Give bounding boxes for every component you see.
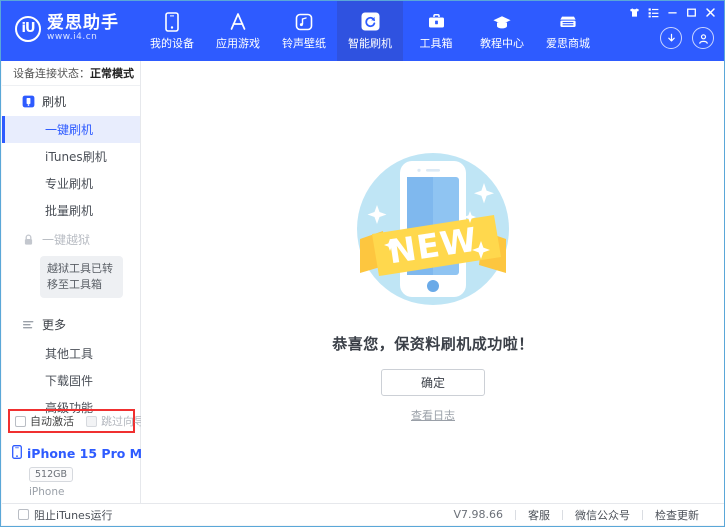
checkbox-box — [15, 415, 26, 427]
status-bar: 阻止iTunes运行 V7.98.66 客服 微信公众号 检查更新 — [2, 503, 724, 525]
tab-label: 爱思商城 — [546, 36, 590, 50]
store-icon — [558, 12, 578, 32]
close-icon[interactable] — [701, 4, 720, 20]
download-icon[interactable] — [660, 27, 682, 49]
checkbox-box — [86, 415, 97, 427]
logo-text: 爱思助手 www.i4.cn — [47, 13, 119, 42]
sidebar-item-other-tools[interactable]: 其他工具 — [2, 340, 140, 367]
maximize-icon[interactable] — [682, 4, 701, 20]
device-status-value: 正常模式 — [90, 67, 134, 80]
device-capacity-badge: 512GB — [29, 467, 74, 482]
jailbreak-moved-tooltip: 越狱工具已转移至工具箱 — [40, 256, 123, 298]
sidebar-item-itunes-flash[interactable]: iTunes刷机 — [2, 143, 140, 170]
device-connection-status: 设备连接状态： 正常模式 — [2, 61, 140, 86]
skin-icon[interactable] — [625, 4, 644, 20]
phone-icon — [162, 11, 182, 32]
checkbox-label: 阻止iTunes运行 — [34, 508, 113, 522]
toolbox-icon — [426, 12, 446, 32]
device-name-row: iPhone 15 Pro Max — [12, 445, 159, 462]
checkbox-box — [18, 509, 29, 520]
sidebar-options-highlight: 自动激活 跳过向导 — [8, 409, 145, 433]
appstore-icon — [228, 12, 248, 32]
tab-label: 应用游戏 — [216, 36, 260, 50]
sidebar-item-label: 下载固件 — [45, 373, 94, 388]
wechat-official-link[interactable]: 微信公众号 — [563, 507, 642, 523]
tab-my-device[interactable]: 我的设备 — [139, 1, 205, 61]
main-navigation: 我的设备 应用游戏 铃声壁纸 智能刷机 工具箱 教程中心 爱思商城 — [139, 1, 601, 61]
music-icon — [294, 12, 314, 32]
sidebar-group-jailbreak: 一键越狱 — [2, 224, 140, 254]
sidebar-item-download-firmware[interactable]: 下载固件 — [2, 367, 140, 394]
tab-label: 智能刷机 — [348, 36, 392, 50]
main-content: NEW 恭喜您，保资料刷机成功啦！ 确定 查看日志 — [141, 61, 724, 504]
app-header: iU 爱思助手 www.i4.cn 我的设备 应用游戏 铃声壁纸 智能刷机 工具… — [1, 1, 724, 61]
logo-mark-icon: iU — [15, 15, 41, 42]
sidebar-item-label: 其他工具 — [45, 346, 94, 361]
tab-toolbox[interactable]: 工具箱 — [403, 1, 469, 61]
menu-icon[interactable] — [644, 4, 663, 20]
device-type: iPhone — [29, 486, 65, 498]
application-window: iU 爱思助手 www.i4.cn 我的设备 应用游戏 铃声壁纸 智能刷机 工具… — [0, 0, 725, 527]
skip-wizard-checkbox[interactable]: 跳过向导 — [86, 413, 145, 429]
sidebar-item-label: iTunes刷机 — [45, 150, 107, 164]
user-account-icon[interactable] — [692, 27, 714, 49]
graduation-cap-icon — [492, 12, 512, 32]
app-version: V7.98.66 — [453, 508, 503, 521]
view-log-link[interactable]: 查看日志 — [141, 407, 724, 423]
logo-url: www.i4.cn — [47, 31, 98, 42]
sidebar-item-pro-flash[interactable]: 专业刷机 — [2, 170, 140, 197]
phone-icon — [12, 445, 22, 462]
confirm-button[interactable]: 确定 — [381, 369, 485, 396]
refresh-icon — [360, 12, 380, 32]
logo-name: 爱思助手 — [47, 13, 119, 33]
window-controls — [625, 4, 720, 20]
device-status-label: 设备连接状态： — [13, 67, 90, 80]
device-name: iPhone 15 Pro Max — [27, 446, 159, 461]
checkbox-label: 跳过向导 — [101, 415, 145, 428]
sidebar-group-flash: 刷机 — [2, 86, 140, 116]
tab-smart-flash[interactable]: 智能刷机 — [337, 1, 403, 61]
tab-label: 我的设备 — [150, 36, 194, 50]
lock-icon — [22, 233, 35, 246]
sidebar-group-more: 更多 — [2, 310, 140, 340]
sidebar-group-title: 更多 — [42, 318, 67, 333]
status-bar-links: V7.98.66 客服 微信公众号 检查更新 — [441, 507, 724, 523]
connected-device-card[interactable]: iPhone 15 Pro Max 512GB iPhone — [2, 439, 159, 505]
app-logo: iU 爱思助手 www.i4.cn — [15, 13, 119, 42]
header-actions — [660, 27, 714, 49]
tab-tutorial-center[interactable]: 教程中心 — [469, 1, 535, 61]
minimize-icon[interactable] — [663, 4, 682, 20]
sidebar-group-title: 刷机 — [42, 94, 67, 109]
tab-ringtones-wallpapers[interactable]: 铃声壁纸 — [271, 1, 337, 61]
tab-label: 教程中心 — [480, 36, 524, 50]
sidebar-item-batch-flash[interactable]: 批量刷机 — [2, 197, 140, 224]
tab-label: 铃声壁纸 — [282, 36, 326, 50]
checkbox-label: 自动激活 — [30, 415, 74, 428]
sidebar-item-label: 一键刷机 — [45, 123, 94, 137]
tab-apps-games[interactable]: 应用游戏 — [205, 1, 271, 61]
tab-label: 工具箱 — [419, 36, 453, 50]
auto-activate-checkbox[interactable]: 自动激活 — [15, 413, 74, 429]
block-itunes-checkbox[interactable]: 阻止iTunes运行 — [2, 507, 113, 523]
sidebar-item-label: 批量刷机 — [45, 204, 94, 218]
flash-icon — [22, 95, 35, 108]
customer-service-link[interactable]: 客服 — [516, 507, 562, 523]
sidebar-item-one-click-flash[interactable]: 一键刷机 — [2, 116, 140, 143]
tab-i4-store[interactable]: 爱思商城 — [535, 1, 601, 61]
sidebar-item-label: 专业刷机 — [45, 177, 94, 191]
sidebar: 设备连接状态： 正常模式 刷机 一键刷机 iTunes刷机 专业刷机 批量刷机 一… — [2, 61, 159, 505]
success-message: 恭喜您，保资料刷机成功啦！ — [332, 335, 534, 353]
sidebar-group-title: 一键越狱 — [42, 232, 91, 247]
list-icon — [22, 318, 35, 331]
check-update-link[interactable]: 检查更新 — [643, 507, 711, 523]
new-phone-badge-illustration: NEW — [343, 139, 523, 319]
